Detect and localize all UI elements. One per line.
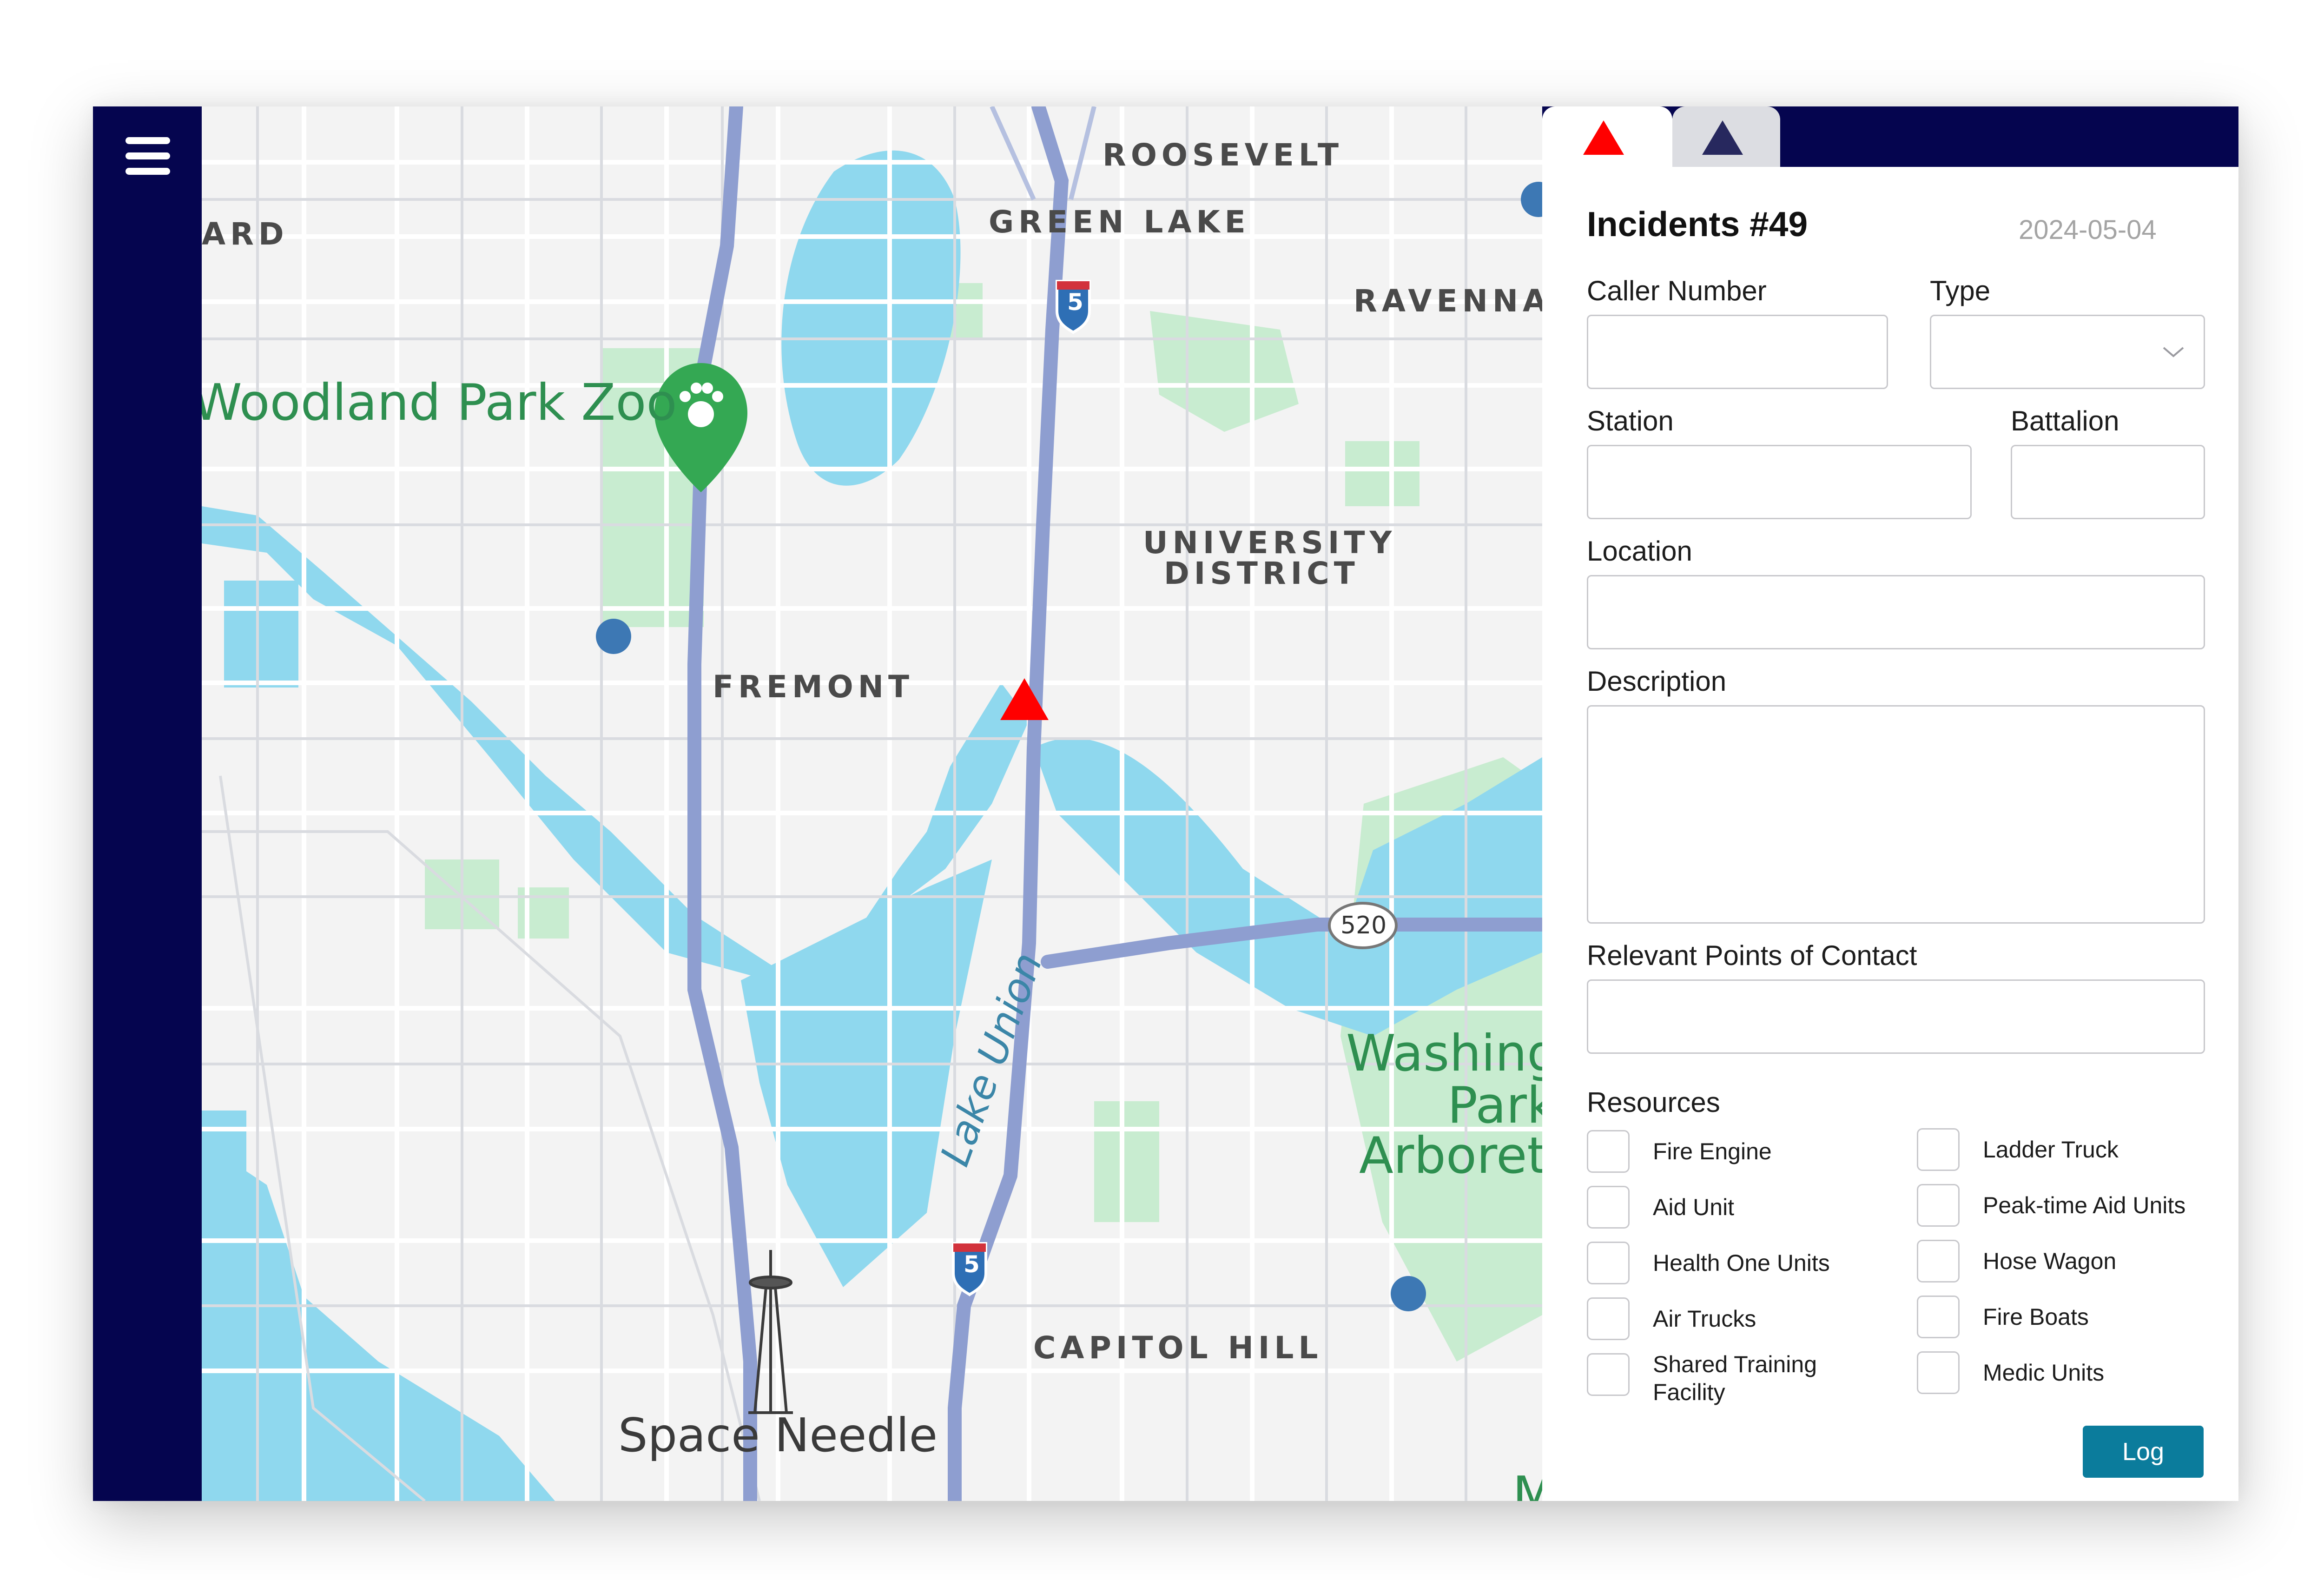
resource-label: Peak-time Aid Units bbox=[1983, 1192, 2186, 1218]
incident-panel: Incidents #49 2024-05-04 Caller Number T… bbox=[1542, 106, 2238, 1501]
resource-label: Hose Wagon bbox=[1983, 1248, 2117, 1274]
resource-label: Medic Units bbox=[1983, 1360, 2105, 1386]
checkbox[interactable] bbox=[1917, 1240, 1960, 1283]
station-label: Station bbox=[1587, 405, 1674, 436]
resource-label: Ladder Truck bbox=[1983, 1137, 2119, 1163]
resource-hose-wagon[interactable]: Hose Wagon bbox=[1917, 1240, 2205, 1286]
station-field[interactable] bbox=[1587, 445, 1972, 519]
battalion-label: Battalion bbox=[2011, 405, 2119, 436]
highway-5-label-top: 5 bbox=[1067, 289, 1083, 316]
resource-health-one-units[interactable]: Health One Units bbox=[1587, 1242, 1847, 1288]
green-lake-label: GREEN LAKE bbox=[989, 204, 1250, 240]
resource-label: Aid Unit bbox=[1653, 1194, 1735, 1220]
tab-incident-navy[interactable] bbox=[1672, 106, 1780, 167]
checkbox[interactable] bbox=[1917, 1128, 1960, 1171]
resource-fire-boats[interactable]: Fire Boats bbox=[1917, 1296, 2205, 1342]
navy-triangle-icon bbox=[1702, 120, 1743, 155]
log-button[interactable]: Log bbox=[2083, 1426, 2204, 1478]
location-label: Location bbox=[1587, 535, 1692, 567]
tab-incident-red[interactable] bbox=[1542, 106, 1672, 167]
red-triangle-icon bbox=[1583, 120, 1624, 155]
checkbox[interactable] bbox=[1587, 1353, 1630, 1396]
incident-date: 2024-05-04 bbox=[2019, 215, 2157, 245]
contacts-label: Relevant Points of Contact bbox=[1587, 940, 1917, 971]
resource-peak-time-aid-units[interactable]: Peak-time Aid Units bbox=[1917, 1184, 2205, 1230]
location-field[interactable] bbox=[1587, 575, 2205, 649]
resource-medic-units[interactable]: Medic Units bbox=[1917, 1351, 2205, 1398]
highway-5-label-bottom: 5 bbox=[964, 1251, 980, 1278]
menu-icon[interactable] bbox=[125, 137, 170, 176]
highway-520-label: 520 bbox=[1340, 912, 1387, 939]
resource-label: Health One Units bbox=[1653, 1250, 1830, 1276]
washington-park-label-1: Washington bbox=[1346, 1025, 1542, 1083]
map-view[interactable]: ROOSEVELT GREEN LAKE RAVENNA ARD Woodlan… bbox=[202, 106, 1542, 1501]
washington-park-label-2: Park bbox=[1447, 1077, 1542, 1135]
checkbox[interactable] bbox=[1587, 1186, 1630, 1229]
caller-number-field[interactable] bbox=[1587, 315, 1888, 389]
space-needle-label: Space Needle bbox=[618, 1408, 938, 1462]
sidebar bbox=[93, 106, 202, 1501]
checkbox[interactable] bbox=[1917, 1351, 1960, 1394]
contacts-field[interactable] bbox=[1587, 979, 2205, 1054]
type-label: Type bbox=[1930, 275, 1991, 306]
type-select[interactable] bbox=[1930, 315, 2205, 389]
madrona-label: Madr bbox=[1512, 1466, 1542, 1501]
description-label: Description bbox=[1587, 666, 1727, 697]
woodland-park-zoo-label: Woodland Park Zoo bbox=[202, 374, 677, 432]
checkbox[interactable] bbox=[1917, 1184, 1960, 1227]
station-marker bbox=[596, 619, 631, 654]
ballard-label: ARD bbox=[202, 216, 289, 252]
roosevelt-label: ROOSEVELT bbox=[1103, 137, 1343, 173]
fremont-label: FREMONT bbox=[713, 669, 914, 705]
resource-shared-training-facility[interactable]: Shared Training Facility bbox=[1587, 1351, 1847, 1409]
description-field[interactable] bbox=[1587, 705, 2205, 924]
caller-number-label: Caller Number bbox=[1587, 275, 1767, 306]
resource-label: Fire Engine bbox=[1653, 1138, 1772, 1164]
map-canvas bbox=[202, 106, 1542, 1501]
resource-label: Shared Training Facility bbox=[1653, 1351, 1817, 1405]
washington-park-label-3: Arboretum bbox=[1359, 1127, 1542, 1185]
resource-label: Air Trucks bbox=[1653, 1306, 1756, 1332]
district-label: DISTRICT bbox=[1164, 555, 1360, 591]
incident-title: Incidents #49 bbox=[1587, 205, 1808, 244]
station-marker bbox=[1391, 1276, 1426, 1311]
resource-label: Fire Boats bbox=[1983, 1304, 2089, 1330]
resource-fire-engine[interactable]: Fire Engine bbox=[1587, 1130, 1847, 1177]
checkbox[interactable] bbox=[1587, 1130, 1630, 1173]
checkbox[interactable] bbox=[1587, 1242, 1630, 1284]
resource-air-trucks[interactable]: Air Trucks bbox=[1587, 1297, 1847, 1344]
app-window: ROOSEVELT GREEN LAKE RAVENNA ARD Woodlan… bbox=[93, 106, 2238, 1501]
checkbox[interactable] bbox=[1587, 1297, 1630, 1340]
checkbox[interactable] bbox=[1917, 1296, 1960, 1338]
battalion-field[interactable] bbox=[2011, 445, 2205, 519]
ravenna-label: RAVENNA bbox=[1353, 283, 1542, 319]
resource-aid-unit[interactable]: Aid Unit bbox=[1587, 1186, 1847, 1232]
resources-label: Resources bbox=[1587, 1087, 1720, 1118]
capitol-hill-label: CAPITOL HILL bbox=[1033, 1330, 1323, 1366]
chevron-down-icon bbox=[2163, 347, 2184, 357]
resource-ladder-truck[interactable]: Ladder Truck bbox=[1917, 1128, 2205, 1175]
